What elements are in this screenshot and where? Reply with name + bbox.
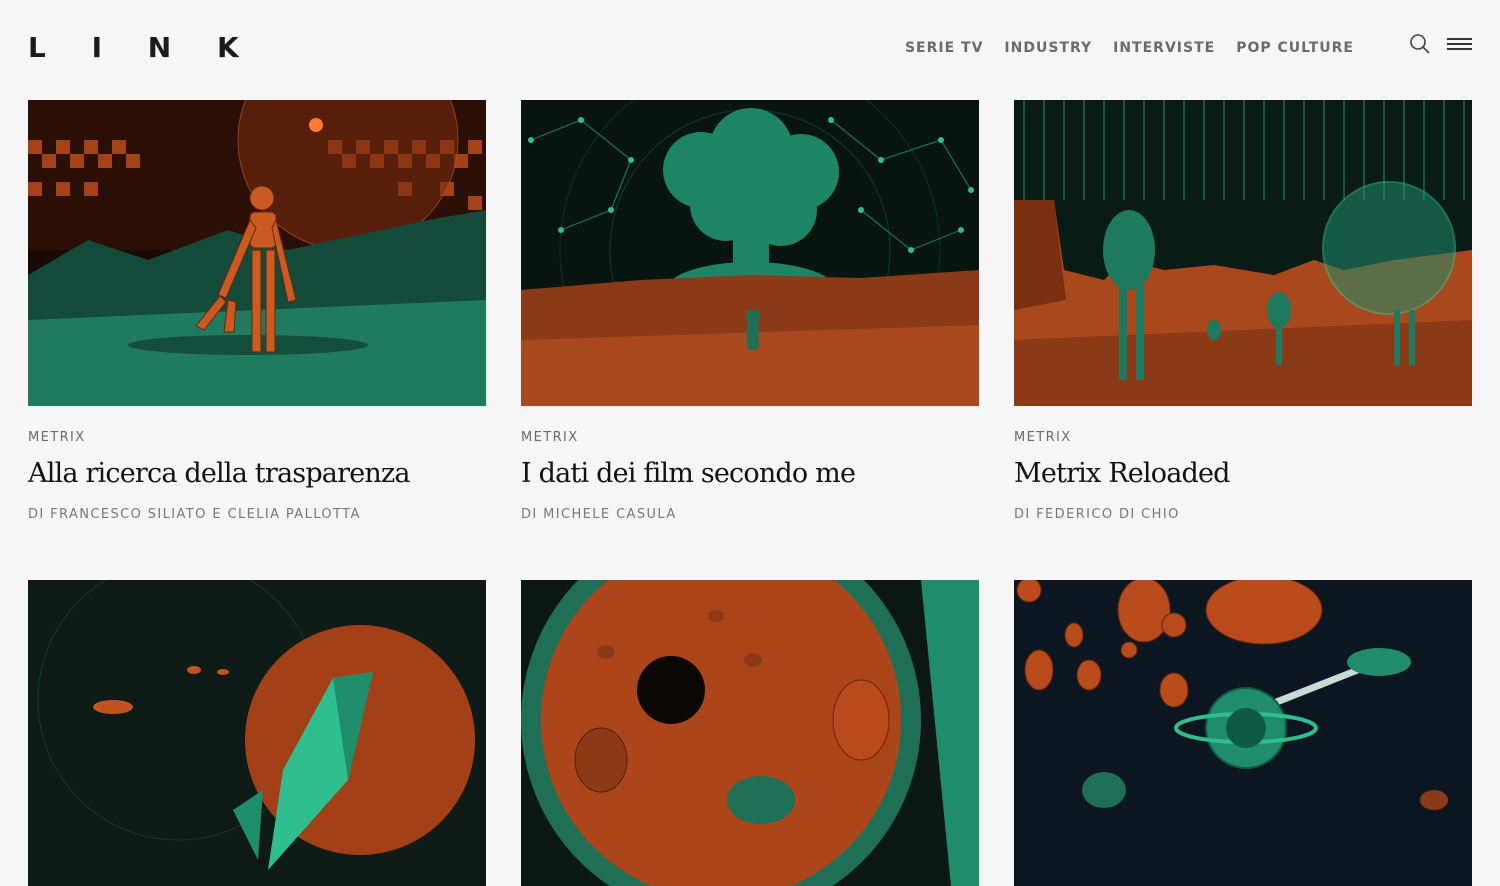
article-card[interactable]: METRIX I dati dei film secondo me DI MIC… xyxy=(521,100,979,522)
article-grid: METRIX Alla ricerca della trasparenza DI… xyxy=(0,0,1500,886)
article-title[interactable]: Metrix Reloaded xyxy=(1014,458,1472,490)
article-author: DI MICHELE CASULA xyxy=(521,507,677,522)
article-card[interactable]: METRIX Metrix Reloaded DI FEDERICO DI CH… xyxy=(1014,100,1472,522)
article-card[interactable]: METRIX Alla ricerca della trasparenza DI… xyxy=(28,100,486,522)
article-card[interactable] xyxy=(28,580,486,886)
article-image-black-hole[interactable] xyxy=(521,580,979,886)
article-category[interactable]: METRIX xyxy=(28,430,486,446)
article-category[interactable]: METRIX xyxy=(521,430,979,446)
article-image-robot[interactable] xyxy=(28,100,486,406)
article-card[interactable] xyxy=(1014,580,1472,886)
article-image-explosion[interactable] xyxy=(521,100,979,406)
article-category[interactable]: METRIX xyxy=(1014,430,1472,446)
article-image-walkers[interactable] xyxy=(1014,100,1472,406)
article-author: DI FEDERICO DI CHIO xyxy=(1014,507,1180,522)
article-card[interactable] xyxy=(521,580,979,886)
article-title[interactable]: Alla ricerca della trasparenza xyxy=(28,458,486,490)
article-image-crystal[interactable] xyxy=(28,580,486,886)
article-image-spaceship[interactable] xyxy=(1014,580,1472,886)
article-title[interactable]: I dati dei film secondo me xyxy=(521,458,979,490)
article-author: DI FRANCESCO SILIATO E CLELIA PALLOTTA xyxy=(28,507,361,522)
